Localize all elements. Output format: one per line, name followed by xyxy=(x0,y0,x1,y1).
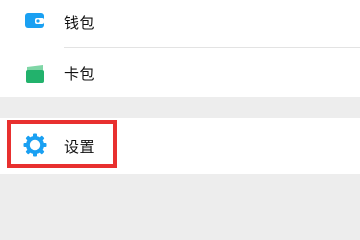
menu-group-top: 钱包 卡包 xyxy=(0,0,360,97)
menu-item-settings[interactable]: 设置 xyxy=(0,118,360,174)
settings-gear-icon xyxy=(22,132,48,158)
me-page-menu: 钱包 卡包 设置 xyxy=(0,0,360,210)
menu-group-settings: 设置 xyxy=(0,118,360,174)
card-pack-icon xyxy=(22,61,48,87)
menu-item-cards[interactable]: 卡包 xyxy=(0,48,360,97)
menu-item-wallet[interactable]: 钱包 xyxy=(0,0,360,46)
menu-item-label: 设置 xyxy=(64,138,96,156)
wallet-icon xyxy=(22,8,48,34)
menu-item-label: 卡包 xyxy=(64,65,96,83)
menu-item-label: 钱包 xyxy=(64,14,96,32)
